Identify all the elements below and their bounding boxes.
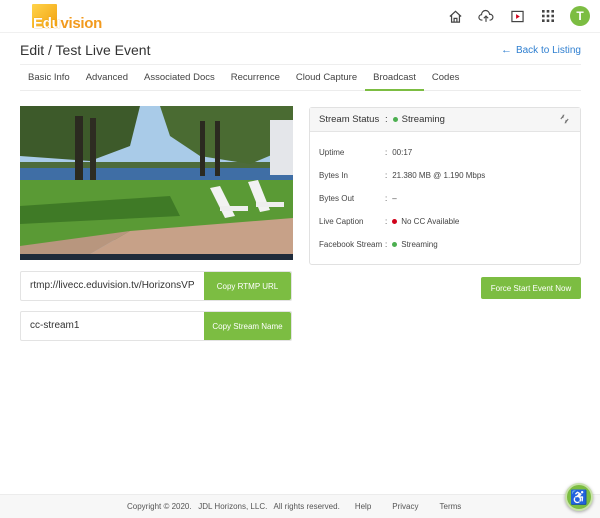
bytes-out-value: – <box>392 194 397 203</box>
video-play-icon[interactable] <box>508 7 526 25</box>
status-row-live-caption: Live Caption: No CC Available <box>319 217 460 226</box>
top-bar: Eduvision T <box>0 0 600 33</box>
home-icon[interactable] <box>446 7 464 25</box>
tab-associated-docs[interactable]: Associated Docs <box>136 66 223 91</box>
copyright-text: Copyright © 2020. JDL Horizons, LLC. All… <box>127 502 340 511</box>
status-dot-green-icon <box>392 242 398 247</box>
rtmp-url-input[interactable]: rtmp://livecc.eduvision.tv/HorizonsVP <box>21 272 204 300</box>
status-row-bytes-out: Bytes Out: – <box>319 194 397 203</box>
status-dot-red-icon <box>392 219 398 224</box>
refresh-icon[interactable] <box>559 114 570 127</box>
status-row-facebook-stream: Facebook Stream: Streaming <box>319 240 438 249</box>
apps-grid-icon[interactable] <box>539 7 557 25</box>
tab-bar: Basic Info Advanced Associated Docs Recu… <box>20 66 581 91</box>
tab-advanced[interactable]: Advanced <box>78 66 136 91</box>
status-dot-green-icon <box>392 117 398 122</box>
preview-taskbar <box>20 254 293 260</box>
divider <box>20 64 581 65</box>
status-row-bytes-in: Bytes In: 21.380 MB @ 1.190 Mbps <box>319 171 486 180</box>
facebook-stream-value: Streaming <box>401 240 438 249</box>
stream-status-value: Streaming <box>401 114 445 125</box>
status-row-uptime: Uptime: 00:17 <box>319 148 413 157</box>
stream-status-card: Stream Status : Streaming Uptime: 00:17 … <box>309 107 581 265</box>
tab-codes[interactable]: Codes <box>424 66 467 91</box>
tab-basic-info[interactable]: Basic Info <box>20 66 78 91</box>
eduvision-logo[interactable]: Eduvision <box>31 4 102 32</box>
accessibility-icon: ♿ <box>570 488 588 505</box>
footer: Copyright © 2020. JDL Horizons, LLC. All… <box>0 494 600 518</box>
page-title: Edit / Test Live Event <box>20 42 151 58</box>
footer-link-terms[interactable]: Terms <box>440 502 462 511</box>
rtmp-url-field: rtmp://livecc.eduvision.tv/HorizonsVP Co… <box>20 271 292 301</box>
top-icons: T <box>446 6 590 26</box>
back-to-listing-link[interactable]: ← Back to Listing <box>501 44 581 56</box>
uptime-value: 00:17 <box>392 148 413 157</box>
arrow-left-icon: ← <box>500 44 512 56</box>
copy-rtmp-url-button[interactable]: Copy RTMP URL <box>204 272 291 300</box>
bytes-in-value: 21.380 MB @ 1.190 Mbps <box>392 171 486 180</box>
stream-preview[interactable] <box>20 106 293 260</box>
tab-cloud-capture[interactable]: Cloud Capture <box>288 66 365 91</box>
cloud-upload-icon[interactable] <box>477 7 495 25</box>
separator: : <box>385 114 388 125</box>
tab-recurrence[interactable]: Recurrence <box>223 66 288 91</box>
back-link-label: Back to Listing <box>515 44 581 56</box>
preview-lake <box>20 166 293 180</box>
tab-broadcast[interactable]: Broadcast <box>365 66 424 91</box>
stream-status-label: Stream Status <box>319 114 380 125</box>
accessibility-button[interactable]: ♿ <box>565 483 593 511</box>
user-avatar[interactable]: T <box>570 6 590 26</box>
force-start-event-button[interactable]: Force Start Event Now <box>481 277 581 299</box>
copy-stream-name-button[interactable]: Copy Stream Name <box>204 312 291 340</box>
stream-name-input[interactable]: cc-stream1 <box>21 312 204 340</box>
stream-status-header: Stream Status : Streaming <box>310 108 580 132</box>
logo-text: Eduvision <box>33 15 102 32</box>
footer-link-privacy[interactable]: Privacy <box>392 502 418 511</box>
live-caption-value: No CC Available <box>401 217 460 226</box>
footer-link-help[interactable]: Help <box>355 502 371 511</box>
stream-name-field: cc-stream1 Copy Stream Name <box>20 311 292 341</box>
